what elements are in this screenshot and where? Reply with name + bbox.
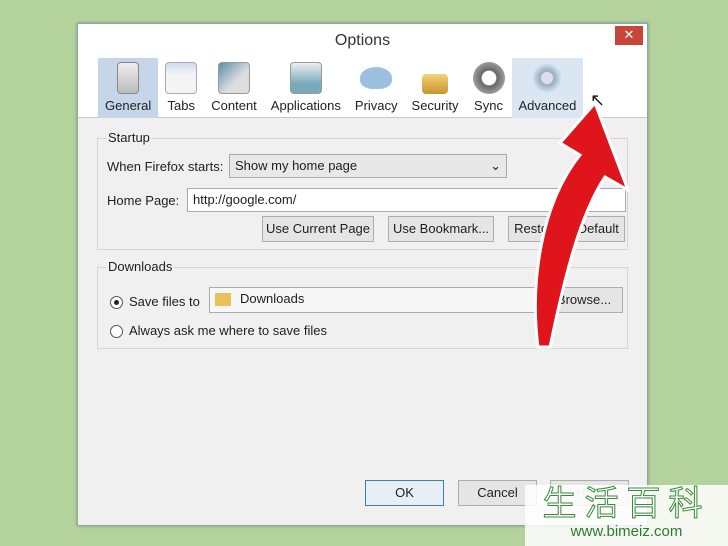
save-files-radio[interactable]: Save files to [110, 294, 200, 310]
sync-icon [472, 62, 505, 94]
radio-selected [110, 296, 123, 310]
ok-button[interactable]: OK [365, 480, 444, 506]
tab-general[interactable]: General [98, 58, 159, 118]
radio-unselected [110, 325, 123, 339]
tab-privacy[interactable]: Privacy [348, 58, 405, 118]
privacy-mask-icon [360, 67, 393, 89]
when-starts-value: Show my home page [235, 158, 358, 173]
tab-sync[interactable]: Sync [466, 58, 512, 118]
title-bar: Options [78, 24, 647, 58]
mouse-cursor-icon: ↖ [590, 90, 606, 110]
tab-label: Sync [474, 98, 503, 113]
always-ask-label: Always ask me where to save files [129, 323, 327, 338]
chevron-down-icon: ⌄ [490, 158, 501, 173]
when-starts-label: When Firefox starts: [107, 159, 224, 174]
always-ask-radio[interactable]: Always ask me where to save files [110, 323, 327, 339]
tab-label: Security [411, 98, 459, 113]
tab-label: Applications [270, 98, 341, 113]
startup-legend: Startup [106, 130, 152, 145]
window-title: Options [334, 32, 391, 49]
watermark-cn: 生活百科 [542, 485, 711, 524]
folder-icon [215, 293, 231, 307]
home-page-label: Home Page: [107, 193, 180, 208]
tab-label: Privacy [354, 98, 398, 113]
tab-label: General [105, 98, 152, 113]
content-icon [218, 62, 251, 94]
tab-label: Tabs [167, 98, 195, 113]
general-icon [117, 62, 140, 94]
padlock-icon [422, 74, 449, 94]
use-current-page-button[interactable]: Use Current Page [262, 216, 374, 242]
tab-content[interactable]: Content [204, 58, 264, 118]
tab-applications[interactable]: Applications [264, 58, 348, 118]
applications-icon [289, 62, 322, 94]
watermark-url: www.bimeiz.com [570, 523, 683, 540]
use-bookmark-button[interactable]: Use Bookmark... [388, 216, 494, 242]
save-files-label: Save files to [129, 294, 200, 309]
tab-tabs[interactable]: Tabs [158, 58, 204, 118]
tabs-icon [165, 62, 198, 94]
tab-security[interactable]: Security [405, 58, 466, 118]
when-starts-select[interactable]: Show my home page ⌄ [229, 154, 507, 178]
tab-label: Content [211, 98, 257, 113]
folder-name: Downloads [240, 291, 305, 306]
close-button[interactable]: ✕ [615, 26, 643, 45]
red-arrow-annotation [533, 100, 631, 349]
downloads-legend: Downloads [106, 259, 175, 274]
watermark-logo: 生活百科 www.bimeiz.com [525, 485, 728, 546]
download-folder-field[interactable]: Downloads [209, 287, 546, 313]
